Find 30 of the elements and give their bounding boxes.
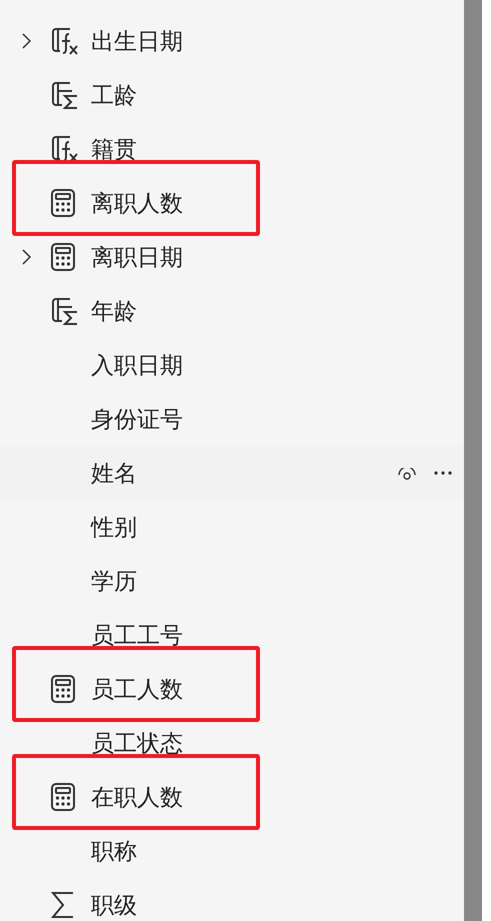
field-name[interactable]: 职级 xyxy=(91,890,137,920)
field-name[interactable]: 出生日期 xyxy=(91,26,183,56)
field-name[interactable]: 学历 xyxy=(91,566,137,596)
scrollbar[interactable] xyxy=(464,0,482,921)
field-name[interactable]: 工龄 xyxy=(91,80,137,110)
field-name[interactable]: 籍贯 xyxy=(91,134,137,164)
field-name[interactable]: 离职日期 xyxy=(91,242,183,272)
chevron-right-icon[interactable] xyxy=(22,33,31,49)
calculator-icon xyxy=(50,242,76,272)
sigma-table-icon xyxy=(50,80,80,110)
calculator-icon xyxy=(50,782,76,812)
calculator-icon xyxy=(50,674,76,704)
field-name[interactable]: 职称 xyxy=(91,836,137,866)
chevron-right-icon[interactable] xyxy=(22,249,31,265)
field-name[interactable]: 姓名 xyxy=(91,458,137,488)
field-name[interactable]: 在职人数 xyxy=(91,782,183,812)
field-name[interactable]: 入职日期 xyxy=(91,350,183,380)
field-name[interactable]: 年龄 xyxy=(91,296,137,326)
eye-icon[interactable] xyxy=(398,468,416,480)
sigma-icon xyxy=(50,891,76,919)
sigma-table-icon xyxy=(50,296,80,326)
field-name[interactable]: 身份证号 xyxy=(91,404,183,434)
field-name[interactable]: 离职人数 xyxy=(91,188,183,218)
field-name[interactable]: 员工人数 xyxy=(91,674,183,704)
field-name[interactable]: 员工工号 xyxy=(91,620,183,650)
field-name[interactable]: 员工状态 xyxy=(91,728,183,758)
calculator-icon xyxy=(50,188,76,218)
field-name[interactable]: 性别 xyxy=(91,512,137,542)
more-icon[interactable] xyxy=(434,471,452,475)
function-icon xyxy=(50,26,80,56)
